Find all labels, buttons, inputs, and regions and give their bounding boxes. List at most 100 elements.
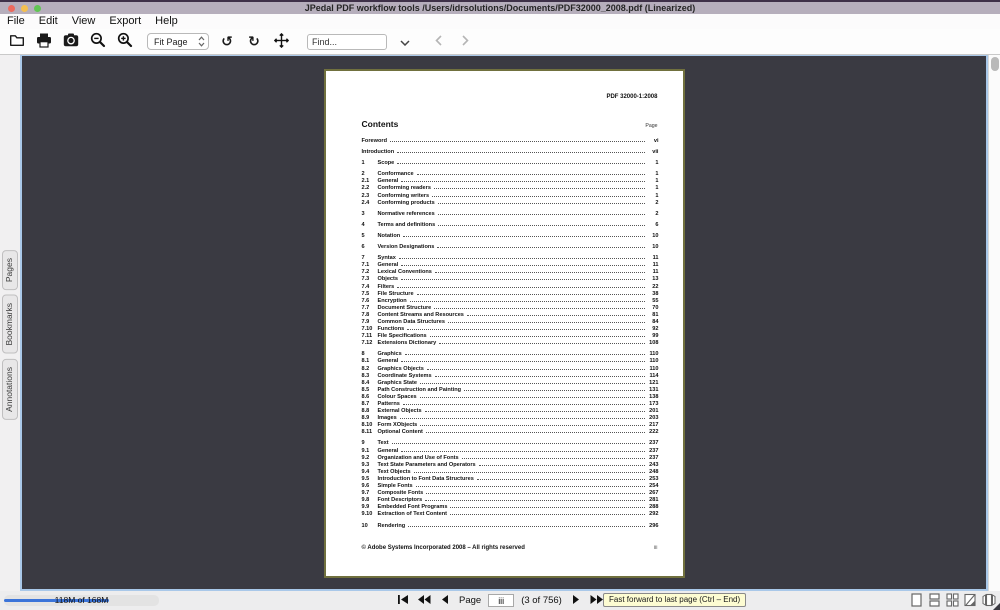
chevron-right-icon [462, 35, 469, 49]
fast-forward-icon [590, 593, 604, 608]
zoom-out-button[interactable] [89, 33, 107, 51]
toc-row: 7.8Content Streams and Resources81 [362, 312, 659, 319]
toc-row: 9.9Embedded Font Programs288 [362, 504, 659, 511]
toc-row: 8.7Patterns173 [362, 401, 659, 408]
toc-row: 8.2Graphics Objects110 [362, 366, 659, 373]
toc-row: 7.3Objects13 [362, 276, 659, 283]
previous-result-button[interactable] [429, 33, 447, 51]
toc-row: 7.7Document Structure70 [362, 305, 659, 312]
snapshot-button[interactable] [62, 33, 80, 51]
toc-row: 8Graphics110 [362, 351, 659, 358]
toc-row: 2.1General1 [362, 178, 659, 185]
toc-row: 2.3Conforming writers1 [362, 193, 659, 200]
memory-progress: 118M of 168M [4, 595, 159, 606]
next-page-icon [572, 593, 580, 608]
toc-row: 8.5Path Construction and Painting131 [362, 387, 659, 394]
folder-icon [9, 33, 25, 50]
zoom-mode-select[interactable]: Fit Page [147, 33, 209, 50]
toc-row: 5Notation10 [362, 233, 659, 240]
toc-row: 3Normative references2 [362, 211, 659, 218]
first-page-icon [397, 593, 409, 608]
minimize-button[interactable] [21, 5, 28, 12]
rotate-left-button[interactable]: ↺ [218, 33, 236, 51]
toc-row: 2Conformance1 [362, 171, 659, 178]
layout-continuous-facing-button[interactable] [946, 594, 959, 608]
toc-row: 7.9Common Data Structures84 [362, 319, 659, 326]
previous-page-button[interactable] [438, 594, 452, 608]
scrollbar-thumb[interactable] [991, 57, 999, 71]
magnifier-minus-icon [90, 32, 106, 51]
toc-row: 9.8Font Descriptors281 [362, 497, 659, 504]
find-input[interactable] [307, 34, 387, 50]
stepper-icon [198, 36, 205, 47]
menu-file[interactable]: File [7, 14, 25, 29]
menu-export[interactable]: Export [109, 14, 141, 29]
sidebar-tab-annotations[interactable]: Annotations [2, 359, 18, 420]
toc-row: 4Terms and definitions6 [362, 222, 659, 229]
toc-row: 7.4Filters22 [362, 284, 659, 291]
open-file-button[interactable] [8, 33, 26, 51]
main-area: Pages Bookmarks Annotations PDF 32000-1:… [0, 55, 1000, 591]
facing-pages-icon [964, 593, 977, 610]
maximize-button[interactable] [34, 5, 41, 12]
toc-row: 8.1General110 [362, 358, 659, 365]
toc-row: 7.11File Specifications99 [362, 333, 659, 340]
next-page-button[interactable] [569, 594, 583, 608]
toc-row: 10Rendering296 [362, 523, 659, 530]
rotate-clockwise-icon: ↻ [248, 35, 260, 49]
sidebar-tabstrip: Pages Bookmarks Annotations [0, 55, 20, 591]
window-title: JPedal PDF workflow tools /Users/idrsolu… [305, 2, 696, 14]
zoom-in-button[interactable] [116, 33, 134, 51]
toc-row: 7.1General11 [362, 262, 659, 269]
toc-row: 8.11Optional Content222 [362, 429, 659, 436]
layout-facing-button[interactable] [964, 594, 977, 608]
tooltip: Fast forward to last page (Ctrl – End) [603, 593, 746, 607]
toc-row: 8.4Graphics State121 [362, 380, 659, 387]
window-titlebar: JPedal PDF workflow tools /Users/idrsolu… [0, 0, 1000, 14]
single-page-icon [911, 593, 922, 610]
menubar: File Edit View Export Help [0, 14, 1000, 29]
menu-view[interactable]: View [72, 14, 96, 29]
rotate-right-button[interactable]: ↻ [245, 33, 263, 51]
toc-row: 7.6Encryption55 [362, 298, 659, 305]
toc-row: 9.2Organization and Use of Fonts237 [362, 455, 659, 462]
chevron-down-icon [400, 34, 410, 49]
app-window: JPedal PDF workflow tools /Users/idrsolu… [0, 0, 1000, 610]
toc-row: 7.10Functions92 [362, 326, 659, 333]
first-page-button[interactable] [396, 594, 410, 608]
print-button[interactable] [35, 33, 53, 51]
toc-row: 9.3Text State Parameters and Operators24… [362, 462, 659, 469]
previous-page-icon [441, 593, 449, 608]
pan-tool-button[interactable] [272, 33, 290, 51]
layout-continuous-button[interactable] [928, 594, 941, 608]
resize-grip[interactable] [993, 603, 1000, 610]
toc: ForewordviIntroductionvii1Scope12Conform… [362, 138, 659, 534]
search-options-button[interactable] [396, 33, 414, 51]
toc-row: 7.2Lexical Conventions11 [362, 269, 659, 276]
toc-row: 8.9Images203 [362, 415, 659, 422]
page-label: Page [459, 595, 481, 606]
toc-row: Introductionvii [362, 149, 659, 156]
menu-edit[interactable]: Edit [39, 14, 58, 29]
sidebar-tab-bookmarks[interactable]: Bookmarks [2, 295, 18, 354]
contents-heading: Contents [362, 119, 399, 129]
document-viewport[interactable]: PDF 32000-1:2008 Contents Page Forewordv… [20, 55, 988, 591]
layout-single-page-button[interactable] [910, 594, 923, 608]
toc-row: 2.4Conforming products2 [362, 200, 659, 207]
page-number-input[interactable] [488, 594, 514, 607]
menu-help[interactable]: Help [155, 14, 178, 29]
printer-icon [36, 33, 52, 51]
sidebar-tab-pages[interactable]: Pages [2, 250, 18, 290]
fast-forward-button[interactable] [590, 594, 604, 608]
toc-row: Forewordvi [362, 138, 659, 145]
vertical-scrollbar[interactable] [988, 55, 1000, 591]
next-result-button[interactable] [456, 33, 474, 51]
toc-row: 9.1General237 [362, 448, 659, 455]
close-button[interactable] [8, 5, 15, 12]
rewind-button[interactable] [417, 594, 431, 608]
toolbar: Fit Page ↺ ↻ [0, 29, 1000, 55]
toc-row: 9.4Text Objects248 [362, 469, 659, 476]
toc-row: 8.3Coordinate Systems114 [362, 373, 659, 380]
toc-row: 7.5File Structure38 [362, 291, 659, 298]
page-navigation: Page (3 of 756) [396, 593, 625, 608]
